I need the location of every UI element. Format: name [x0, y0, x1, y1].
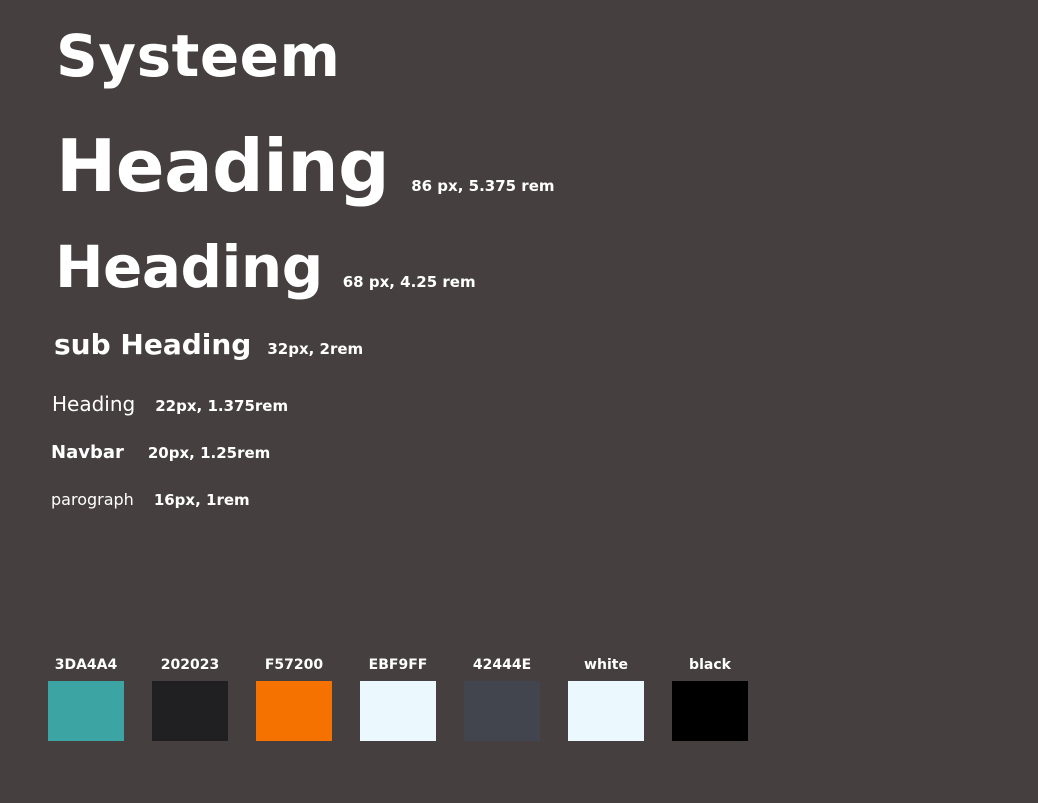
- color-swatch: white: [568, 655, 644, 741]
- color-code: 42444E: [472, 657, 532, 673]
- type-sample-68: Heading 68 px, 4.25 rem: [55, 225, 476, 309]
- page-title: Systeem: [56, 22, 341, 90]
- color-code: EBF9FF: [368, 657, 428, 673]
- color-swatch: EBF9FF: [360, 655, 436, 741]
- type-sample-spec: 32px, 2rem: [267, 340, 364, 358]
- color-box: [672, 681, 748, 741]
- color-box: [360, 681, 436, 741]
- type-sample-16: parograph 16px, 1rem: [51, 485, 250, 515]
- color-swatch: 202023: [152, 655, 228, 741]
- color-swatch: black: [672, 655, 748, 741]
- color-swatch: F57200: [256, 655, 332, 741]
- color-swatch: 3DA4A4: [48, 655, 124, 741]
- type-sample-label: sub Heading: [54, 328, 252, 361]
- type-sample-label: Heading: [55, 233, 323, 301]
- color-box: [48, 681, 124, 741]
- type-sample-32: sub Heading 32px, 2rem: [54, 321, 363, 369]
- color-code: 3DA4A4: [54, 657, 118, 673]
- type-sample-spec: 22px, 1.375rem: [155, 397, 289, 415]
- color-box: [152, 681, 228, 741]
- type-sample-label: Heading: [56, 124, 390, 208]
- type-sample-20: Navbar 20px, 1.25rem: [51, 437, 270, 469]
- type-sample-spec: 16px, 1rem: [153, 491, 250, 509]
- color-code: 202023: [160, 657, 220, 673]
- color-code: F57200: [264, 657, 324, 673]
- type-sample-spec: 20px, 1.25rem: [147, 444, 271, 462]
- color-box: [568, 681, 644, 741]
- color-code: white: [584, 657, 628, 673]
- color-swatch: 42444E: [464, 655, 540, 741]
- color-code: black: [689, 657, 731, 673]
- type-sample-spec: 68 px, 4.25 rem: [342, 273, 476, 291]
- type-sample-86: Heading 86 px, 5.375 rem: [56, 116, 555, 216]
- type-sample-spec: 86 px, 5.375 rem: [411, 177, 555, 195]
- color-box: [256, 681, 332, 741]
- type-sample-22: Heading 22px, 1.375rem: [52, 386, 288, 422]
- color-box: [464, 681, 540, 741]
- type-sample-label: Navbar: [51, 442, 124, 463]
- type-sample-label: Heading: [52, 392, 136, 416]
- type-sample-label: parograph: [51, 490, 134, 509]
